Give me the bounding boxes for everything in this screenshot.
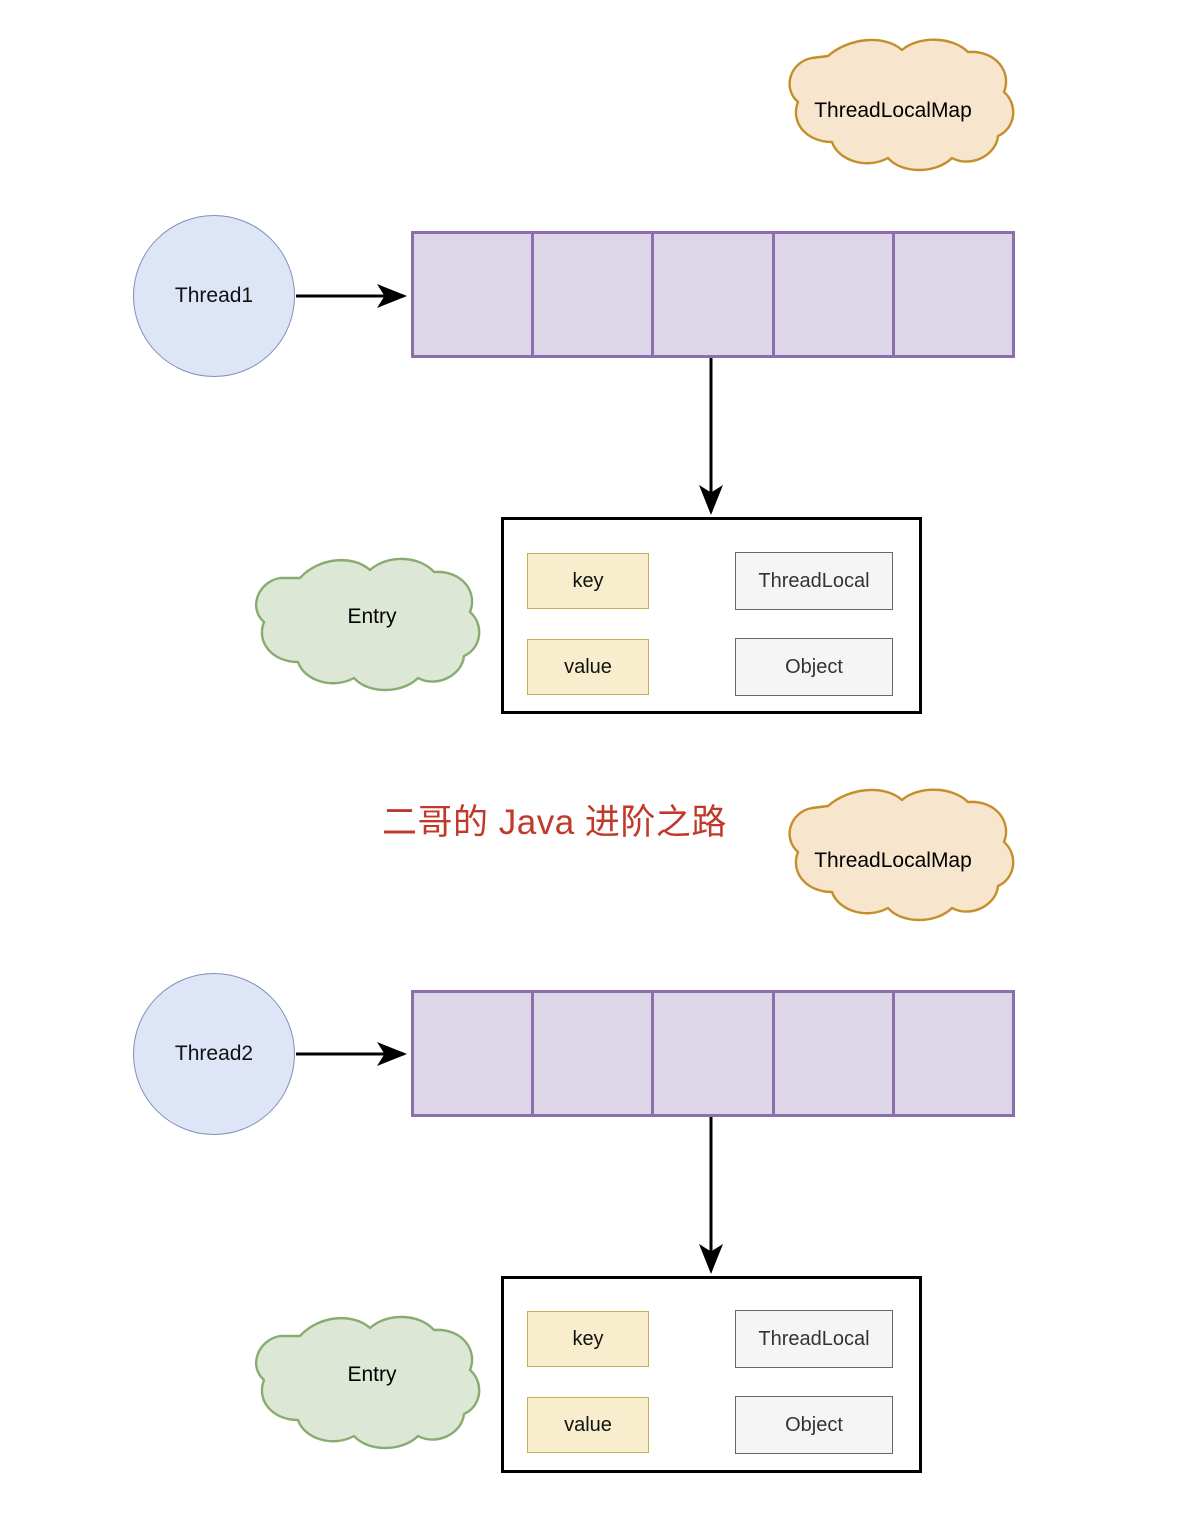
thread-node-1[interactable]: Thread1 [133,215,295,377]
entry-value-target-1[interactable]: Object [735,638,893,696]
entry-key-target-1[interactable]: ThreadLocal [735,552,893,610]
threadlocalmap-array-2[interactable] [411,990,1015,1117]
entry-key-target-2[interactable]: ThreadLocal [735,1310,893,1368]
entry-key-box-2[interactable]: key [527,1311,649,1367]
thread-node-1-label: Thread1 [174,284,254,307]
thread-node-2-label: Thread2 [174,1042,254,1065]
array-cell[interactable] [895,993,1012,1114]
array-cell[interactable] [534,993,655,1114]
entry-key-target-label: ThreadLocal [758,569,870,592]
cloud-label-entry-1: Entry [347,605,397,628]
entry-value-target-label: Object [785,655,843,678]
cloud-label-threadlocalmap-2: ThreadLocalMap [814,849,972,872]
entry-key-label: key [572,1327,604,1350]
array-cell[interactable] [534,234,655,355]
entry-value-target-2[interactable]: Object [735,1396,893,1454]
cloud-label-entry-2: Entry [347,1363,397,1386]
cloud-label-threadlocalmap-1: ThreadLocalMap [814,99,972,122]
entry-value-target-label: Object [785,1413,843,1436]
entry-value-label: value [564,655,612,678]
array-cell[interactable] [414,993,535,1114]
entry-value-box-2[interactable]: value [527,1397,649,1453]
array-cell[interactable] [654,234,775,355]
entry-key-label: key [572,569,604,592]
array-cell[interactable] [414,234,535,355]
entry-value-box-1[interactable]: value [527,639,649,695]
diagram-canvas: ThreadLocalMap Thread1 Entry key ThreadL… [0,0,1182,1534]
array-cell[interactable] [775,234,895,355]
entry-value-label: value [564,1413,612,1436]
array-cell[interactable] [895,234,1012,355]
array-cell[interactable] [654,993,775,1114]
entry-key-target-label: ThreadLocal [758,1327,870,1350]
array-cell[interactable] [775,993,895,1114]
entry-key-box-1[interactable]: key [527,553,649,609]
thread-node-2[interactable]: Thread2 [133,973,295,1135]
watermark-text: 二哥的 Java 进阶之路 [382,803,727,842]
threadlocalmap-array-1[interactable] [411,231,1015,358]
